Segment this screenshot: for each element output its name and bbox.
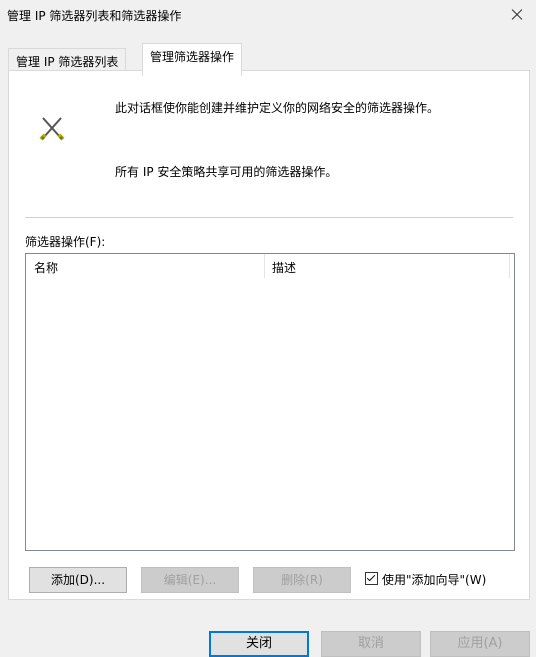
tab-panel: 此对话框使你能创建并维护定义你的网络安全的筛选器操作。 所有 IP 安全策略共享… [8, 70, 530, 600]
close-button[interactable]: 关闭 [209, 631, 309, 657]
title-bar: 管理 IP 筛选器列表和筛选器操作 [0, 0, 536, 30]
cancel-button[interactable]: 取消 [321, 631, 421, 657]
description-text-shared: 所有 IP 安全策略共享可用的筛选器操作。 [115, 165, 338, 179]
apply-button[interactable]: 应用(A) [430, 631, 530, 657]
edit-button[interactable]: 编辑(E)... [141, 567, 239, 593]
list-header: 名称 描述 [26, 254, 512, 278]
use-wizard-checkbox[interactable] [365, 572, 378, 585]
use-wizard-label: 使用"添加向导"(W) [382, 573, 487, 587]
column-header-description[interactable]: 描述 [272, 259, 296, 276]
remove-button[interactable]: 删除(R) [253, 567, 351, 593]
window-title: 管理 IP 筛选器列表和筛选器操作 [7, 9, 182, 23]
description-text: 此对话框使你能创建并维护定义你的网络安全的筛选器操作。 [115, 101, 440, 115]
tools-icon [37, 113, 67, 143]
filter-actions-list[interactable]: 名称 描述 [25, 253, 515, 551]
add-button[interactable]: 添加(D)... [29, 567, 127, 593]
tab-filter-actions[interactable]: 管理筛选器操作 [142, 43, 243, 76]
column-divider[interactable] [509, 254, 510, 278]
tab-label: 管理筛选器操作 [150, 50, 235, 64]
column-divider[interactable] [264, 254, 265, 278]
filter-actions-label: 筛选器操作(F): [25, 235, 106, 249]
divider [25, 217, 513, 218]
tab-label: 管理 IP 筛选器列表 [16, 55, 119, 69]
column-header-name[interactable]: 名称 [34, 259, 58, 276]
close-icon[interactable] [506, 3, 530, 27]
